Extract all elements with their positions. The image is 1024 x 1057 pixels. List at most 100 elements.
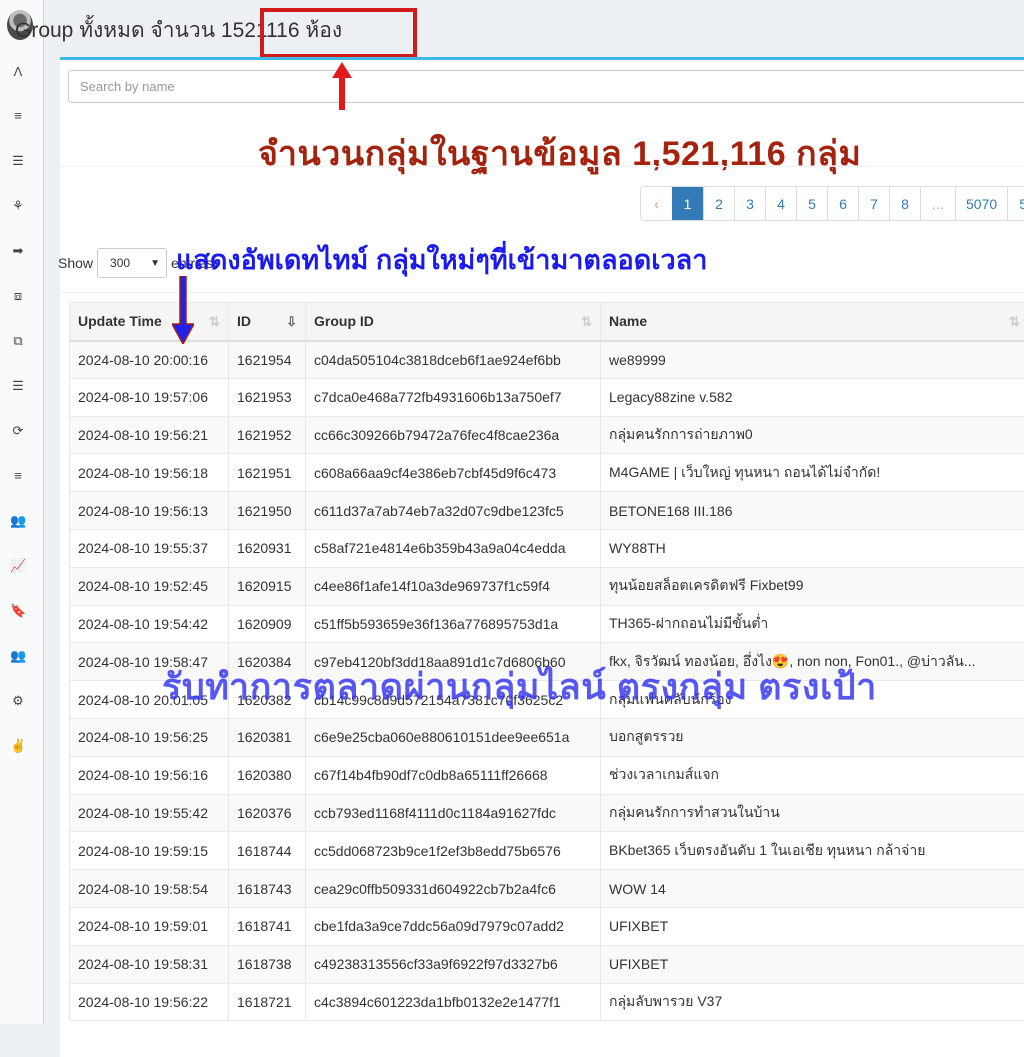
cell-update-time: 2024-08-10 19:58:31	[70, 945, 229, 983]
sort-desc-icon: ⇩	[286, 314, 297, 330]
table-row[interactable]: 2024-08-10 19:52:451620915c4ee86f1afe14f…	[70, 567, 1024, 605]
sidebar: Λ ≡ ☰ ⚘ ➡ ⧈ ⧉ ☰ ⟳ ≡ 👥 📈 🔖 👥 ⚙ ✌	[0, 0, 44, 1024]
pagination-page-button[interactable]: 7	[858, 187, 889, 220]
pagination-page-button[interactable]: 5070	[955, 187, 1007, 220]
cell-update-time: 2024-08-10 19:57:06	[70, 378, 229, 416]
pagination-page-button[interactable]: 2	[703, 187, 734, 220]
column-header-id[interactable]: ID⇩	[229, 303, 306, 341]
cell-name: บอกสูตรรวย	[601, 718, 1024, 756]
table-row[interactable]: 2024-08-10 19:58:541618743cea29c0ffb5093…	[70, 870, 1024, 908]
column-header-update-time[interactable]: Update Time⇅	[70, 303, 229, 341]
clone-icon[interactable]: ⧉	[10, 333, 26, 349]
cell-group-id: c608a66aa9cf4e386eb7cbf45d9f6c473	[306, 454, 601, 492]
cell-group-id: cc5dd068723b9ce1f2ef3b8edd75b6576	[306, 832, 601, 870]
cell-name: TH365-ฝากถอนไม่มีขั้นต่ำ	[601, 605, 1024, 643]
cell-group-id: cc66c309266b79472a76fec4f8cae236a	[306, 416, 601, 454]
pagination-page-button[interactable]: 3	[734, 187, 765, 220]
arrow-up-annotation-icon	[332, 62, 352, 110]
bookmark-icon[interactable]: 🔖	[10, 603, 26, 619]
cell-name: BKbet365 เว็บตรงอันดับ 1 ในเอเชีย ทุนหนา…	[601, 832, 1024, 870]
align-left-icon[interactable]: ≡	[10, 108, 26, 124]
search-input[interactable]	[68, 70, 1024, 103]
column-header-name[interactable]: Name⇅	[601, 303, 1024, 341]
cell-name: M4GAME | เว็บใหญ่ ทุนหนา ถอนได้ไม่จำกัด!	[601, 454, 1024, 492]
table-row[interactable]: 2024-08-10 19:56:251620381c6e9e25cba060e…	[70, 718, 1024, 756]
cell-group-id: c51ff5b593659e36f136a776895753d1a	[306, 605, 601, 643]
pagination-page-button[interactable]: 5	[1007, 187, 1024, 220]
table-row[interactable]: 2024-08-10 19:55:371620931c58af721e4814e…	[70, 529, 1024, 567]
table-row[interactable]: 2024-08-10 19:56:131621950c611d37a7ab74e…	[70, 492, 1024, 530]
cell-id: 1618744	[229, 832, 306, 870]
cell-update-time: 2024-08-10 19:55:42	[70, 794, 229, 832]
cell-id: 1621952	[229, 416, 306, 454]
cell-update-time: 2024-08-10 19:58:54	[70, 870, 229, 908]
refresh-icon[interactable]: ⟳	[10, 423, 26, 439]
app-icon[interactable]: Λ	[10, 64, 26, 80]
cell-group-id: ccb793ed1168f4111d0c1184a91627fdc	[306, 794, 601, 832]
cell-name: กลุ่มคนรักการถ่ายภาพ0	[601, 416, 1024, 454]
users-icon[interactable]: 👥	[10, 648, 26, 664]
cell-id: 1620380	[229, 756, 306, 794]
sort-icon: ⇅	[581, 314, 592, 330]
cell-update-time: 2024-08-10 19:59:15	[70, 832, 229, 870]
cell-update-time: 2024-08-10 19:59:01	[70, 907, 229, 945]
table-row[interactable]: 2024-08-10 19:58:311618738c49238313556cf…	[70, 945, 1024, 983]
table-row[interactable]: 2024-08-10 19:59:011618741cbe1fda3a9ce7d…	[70, 907, 1024, 945]
cell-id: 1620931	[229, 529, 306, 567]
cell-name: UFIXBET	[601, 945, 1024, 983]
pagination-page-button[interactable]: 8	[889, 187, 920, 220]
marketing-annotation: รับทำการตลาดผ่านกลุ่มไลน์ ตรงกลุ่ม ตรงเป…	[162, 658, 877, 715]
cell-name: WOW 14	[601, 870, 1024, 908]
peace-hand-icon[interactable]: ✌	[10, 738, 26, 754]
cell-update-time: 2024-08-10 19:54:42	[70, 605, 229, 643]
pagination-prev-button[interactable]: ‹	[641, 187, 672, 220]
tree-icon[interactable]: ⚘	[10, 198, 26, 214]
cell-name: ช่วงเวลาเกมส์แจก	[601, 756, 1024, 794]
pagination-page-button[interactable]: 4	[765, 187, 796, 220]
table-row[interactable]: 2024-08-10 19:56:221618721c4c3894c601223…	[70, 983, 1024, 1021]
pagination-page-button[interactable]: 1	[672, 187, 703, 220]
menu-icon[interactable]: ☰	[10, 153, 26, 169]
cell-group-id: c04da505104c3818dceb6f1ae924ef6bb	[306, 341, 601, 379]
cell-update-time: 2024-08-10 19:56:25	[70, 718, 229, 756]
cell-id: 1621954	[229, 341, 306, 379]
line-chart-icon[interactable]: 📈	[10, 558, 26, 574]
cell-update-time: 2024-08-10 19:56:21	[70, 416, 229, 454]
list-icon[interactable]: ☰	[10, 378, 26, 394]
cell-id: 1621950	[229, 492, 306, 530]
table-row[interactable]: 2024-08-10 19:59:151618744cc5dd068723b9c…	[70, 832, 1024, 870]
show-label: Show	[58, 255, 93, 271]
column-header-group-id[interactable]: Group ID⇅	[306, 303, 601, 341]
gear-icon[interactable]: ⚙	[10, 693, 26, 709]
cell-update-time: 2024-08-10 19:56:18	[70, 454, 229, 492]
cell-group-id: c4c3894c601223da1bfb0132e2e1477f1	[306, 983, 601, 1021]
users-icon[interactable]: 👥	[10, 513, 26, 529]
entries-select[interactable]: 300 ▼	[97, 248, 167, 278]
cell-name: BETONE168 III.186	[601, 492, 1024, 530]
cell-update-time: 2024-08-10 19:55:37	[70, 529, 229, 567]
sign-out-icon[interactable]: ➡	[10, 243, 26, 259]
divider	[60, 292, 1024, 293]
table-row[interactable]: 2024-08-10 19:56:211621952cc66c309266b79…	[70, 416, 1024, 454]
count-highlight-box	[260, 8, 417, 58]
cell-id: 1618741	[229, 907, 306, 945]
chevron-down-icon: ▼	[150, 258, 160, 269]
table-row[interactable]: 2024-08-10 19:56:161620380c67f14b4fb90df…	[70, 756, 1024, 794]
cell-update-time: 2024-08-10 19:52:45	[70, 567, 229, 605]
table-row[interactable]: 2024-08-10 19:55:421620376ccb793ed1168f4…	[70, 794, 1024, 832]
table-row[interactable]: 2024-08-10 19:57:061621953c7dca0e468a772…	[70, 378, 1024, 416]
cell-update-time: 2024-08-10 19:56:22	[70, 983, 229, 1021]
cell-id: 1618738	[229, 945, 306, 983]
table-row[interactable]: 2024-08-10 20:00:161621954c04da505104c38…	[70, 341, 1024, 379]
cell-group-id: c58af721e4814e6b359b43a9a04c4edda	[306, 529, 601, 567]
cell-name: Legacy88zine v.582	[601, 378, 1024, 416]
cell-group-id: c67f14b4fb90df7c0db8a65111ff26668	[306, 756, 601, 794]
pagination-page-button[interactable]: 5	[796, 187, 827, 220]
cell-name: ทุนน้อยสล็อตเครดิตฟรี Fixbet99	[601, 567, 1024, 605]
align-left-icon[interactable]: ≡	[10, 468, 26, 484]
table-row[interactable]: 2024-08-10 19:54:421620909c51ff5b593659e…	[70, 605, 1024, 643]
cell-group-id: cbe1fda3a9ce7ddc56a09d7979c07add2	[306, 907, 601, 945]
pagination-page-button[interactable]: 6	[827, 187, 858, 220]
table-row[interactable]: 2024-08-10 19:56:181621951c608a66aa9cf4e…	[70, 454, 1024, 492]
crop-icon[interactable]: ⧈	[10, 288, 26, 304]
